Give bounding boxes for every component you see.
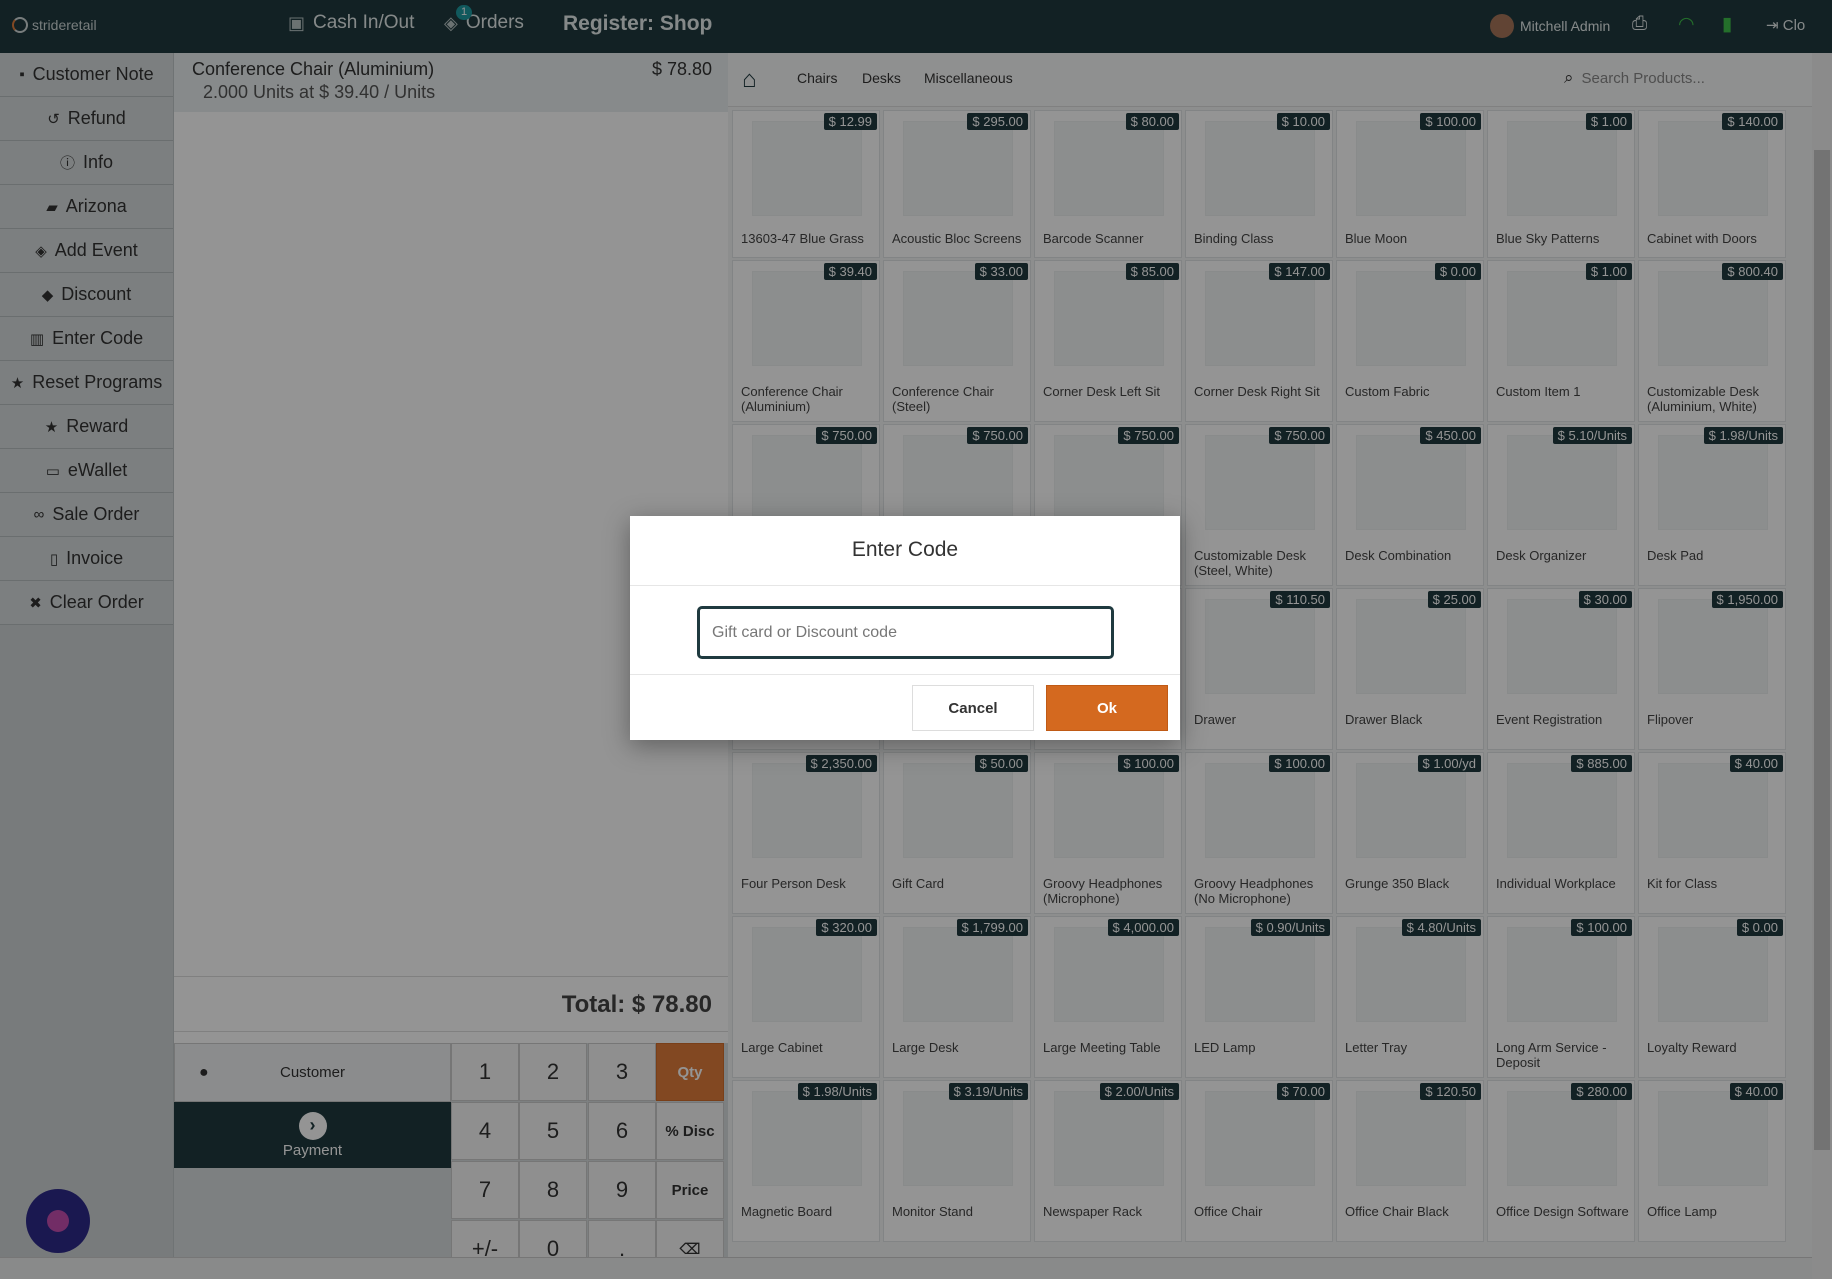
enter-code-dialog: Enter Code Cancel Ok <box>630 516 1180 740</box>
dialog-title: Enter Code <box>851 538 959 561</box>
code-input[interactable] <box>697 606 1114 659</box>
ok-button[interactable]: Ok <box>1046 685 1168 731</box>
cancel-button[interactable]: Cancel <box>912 685 1034 731</box>
divider <box>630 585 1180 586</box>
divider <box>630 674 1180 675</box>
